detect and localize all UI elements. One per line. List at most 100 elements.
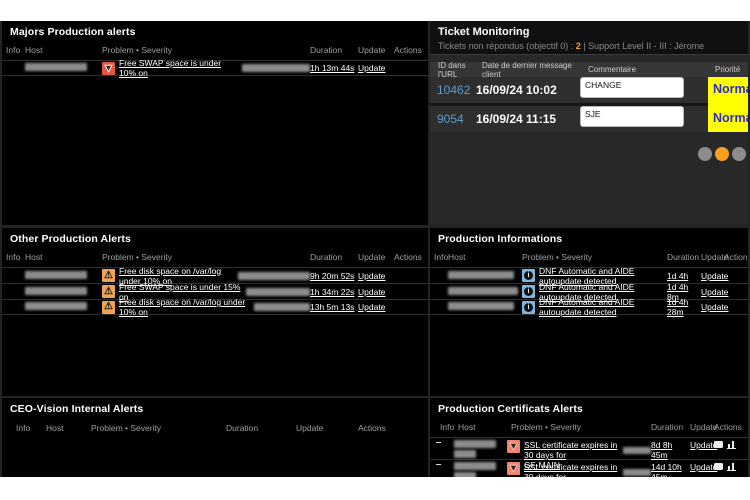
col-problem-severity: Problem • Severity [102,252,310,262]
duration-value[interactable]: 14d 10h 45m [651,462,690,477]
update-link[interactable]: Update [701,287,728,297]
panel-title: Other Production Alerts [2,228,428,248]
panel-title: Majors Production alerts [2,21,428,41]
table-row: SSL certificate expires in 30 days for G… [430,437,748,459]
panel-majors-production-alerts: Majors Production alerts Info Host Probl… [2,21,428,225]
table-header: ID dans l'URL Date de dernier message cl… [430,62,748,77]
subtitle-suffix: | Support Level II - III : Jérome [581,41,704,51]
ticket-subtitle: Tickets non répondus (objectif 0) : 2 | … [438,41,740,51]
host-cell[interactable] [448,271,522,281]
col-duration: Duration [310,252,358,262]
host-cell[interactable] [25,63,102,73]
comment-bubble-icon[interactable] [714,463,723,470]
host-cell[interactable] [448,287,522,297]
update-link[interactable]: Update [701,271,728,281]
panel-title: CEO-Vision Internal Alerts [2,398,428,418]
table-header: Info Host Problem • Severity Duration Up… [430,418,748,437]
col-problem-severity: Problem • Severity [102,45,310,55]
update-link[interactable]: Update [701,302,728,312]
col-update: Update [690,422,714,432]
table-header: Info Host Problem • Severity Duration Up… [430,248,748,267]
actions-cell [714,462,744,471]
host-cell[interactable] [25,287,102,297]
priority-badge: Normal [713,111,748,125]
comment-bubble-icon[interactable] [714,441,723,448]
col-id: ID dans l'URL [438,61,482,79]
duration-value[interactable]: 9h 20m 52s [310,271,358,281]
col-host: Host [458,422,511,432]
problem-link[interactable]: Free SWAP space is under 10% on [119,58,238,78]
redacted-host [454,440,496,448]
panel-other-production-alerts: Other Production Alerts Info Host Proble… [2,228,428,396]
host-cell[interactable] [454,462,507,477]
high-severity-icon [507,440,520,453]
info-cell [434,462,454,472]
redacted-host [623,469,651,476]
comment-textarea[interactable]: SJE [580,106,684,127]
ticket-row: 10462 16/09/24 10:02 CHANGE [430,77,748,103]
redacted-host [246,288,310,296]
ticket-id-link[interactable]: 9054 [430,112,476,126]
table-header: Info Host Problem • Severity Duration Up… [2,418,428,438]
redacted-host [448,302,514,310]
redacted-host [448,271,514,279]
host-cell[interactable] [25,271,102,281]
page-dot-2-active[interactable] [715,147,729,161]
duration-value[interactable]: 8d 8h 45m [651,440,690,460]
duration-value[interactable]: 1h 34m 22s [310,287,358,297]
panel-production-certificats-alerts: Production Certificats Alerts Info Host … [430,398,748,477]
col-problem-severity: Problem • Severity [511,422,651,432]
duration-value[interactable]: 1d 4h [667,271,701,281]
graph-icon[interactable] [727,462,736,471]
col-duration: Duration [651,422,690,432]
update-link[interactable]: Update [358,63,385,73]
col-info: Info [440,422,458,432]
host-cell[interactable] [25,302,102,312]
redacted-host [25,63,87,71]
redacted-host [25,302,87,310]
redacted-host [454,462,496,470]
duration-value[interactable]: 1d 4h 28m [667,297,701,317]
col-problem-severity: Problem • Severity [522,252,667,262]
information-severity-icon: i [522,301,535,314]
col-actions: Actions [394,45,424,55]
ticket-date: 16/09/24 11:15 [476,112,580,126]
problem-link[interactable]: Free disk space on /var/log under 10% on [119,297,250,317]
problem-link[interactable]: SSL certificate expires in 30 days for [524,440,620,460]
col-info: Info [6,45,25,55]
panel-title: Production Informations [430,228,748,248]
col-update: Update [358,45,394,55]
redacted-host [448,287,518,295]
col-host: Host [46,423,91,433]
problem-link[interactable]: SSL certificate expires in 30 days for [524,462,620,477]
redacted-host [242,64,310,72]
high-severity-icon [507,462,520,475]
host-cell[interactable] [454,440,507,458]
redacted-host [454,472,476,477]
panel-title: Ticket Monitoring [438,26,740,38]
redacted-host [25,287,87,295]
comment-textarea[interactable]: CHANGE [580,77,684,98]
update-link[interactable]: Update [358,287,385,297]
duration-value[interactable]: 13h 5m 13s [310,302,358,312]
page-dot-1[interactable] [698,147,712,161]
actions-cell [714,440,744,449]
ticket-id-link[interactable]: 10462 [430,83,476,97]
col-problem-severity: Problem • Severity [91,423,226,433]
panel-production-informations: Production Informations Info Host Proble… [430,228,748,396]
update-link[interactable]: Update [358,271,385,281]
info-cell [434,440,454,450]
page-dot-3[interactable] [732,147,746,161]
col-actions: Actions [358,423,424,433]
problem-link[interactable]: DNF Automatic and AIDE autoupdate detect… [539,297,667,317]
redacted-host [254,303,310,311]
redacted-host [238,272,310,280]
update-link[interactable]: Update [358,302,385,312]
table-row: ⚠ Free disk space on /var/log under 10% … [2,299,428,315]
priority-column: Normal Normal [708,77,748,132]
host-cell[interactable] [448,302,522,312]
col-date: Date de dernier message client [482,61,588,79]
graph-icon[interactable] [727,440,736,449]
disaster-severity-icon [102,62,115,75]
duration-value[interactable]: 1h 13m 44s [310,63,358,73]
